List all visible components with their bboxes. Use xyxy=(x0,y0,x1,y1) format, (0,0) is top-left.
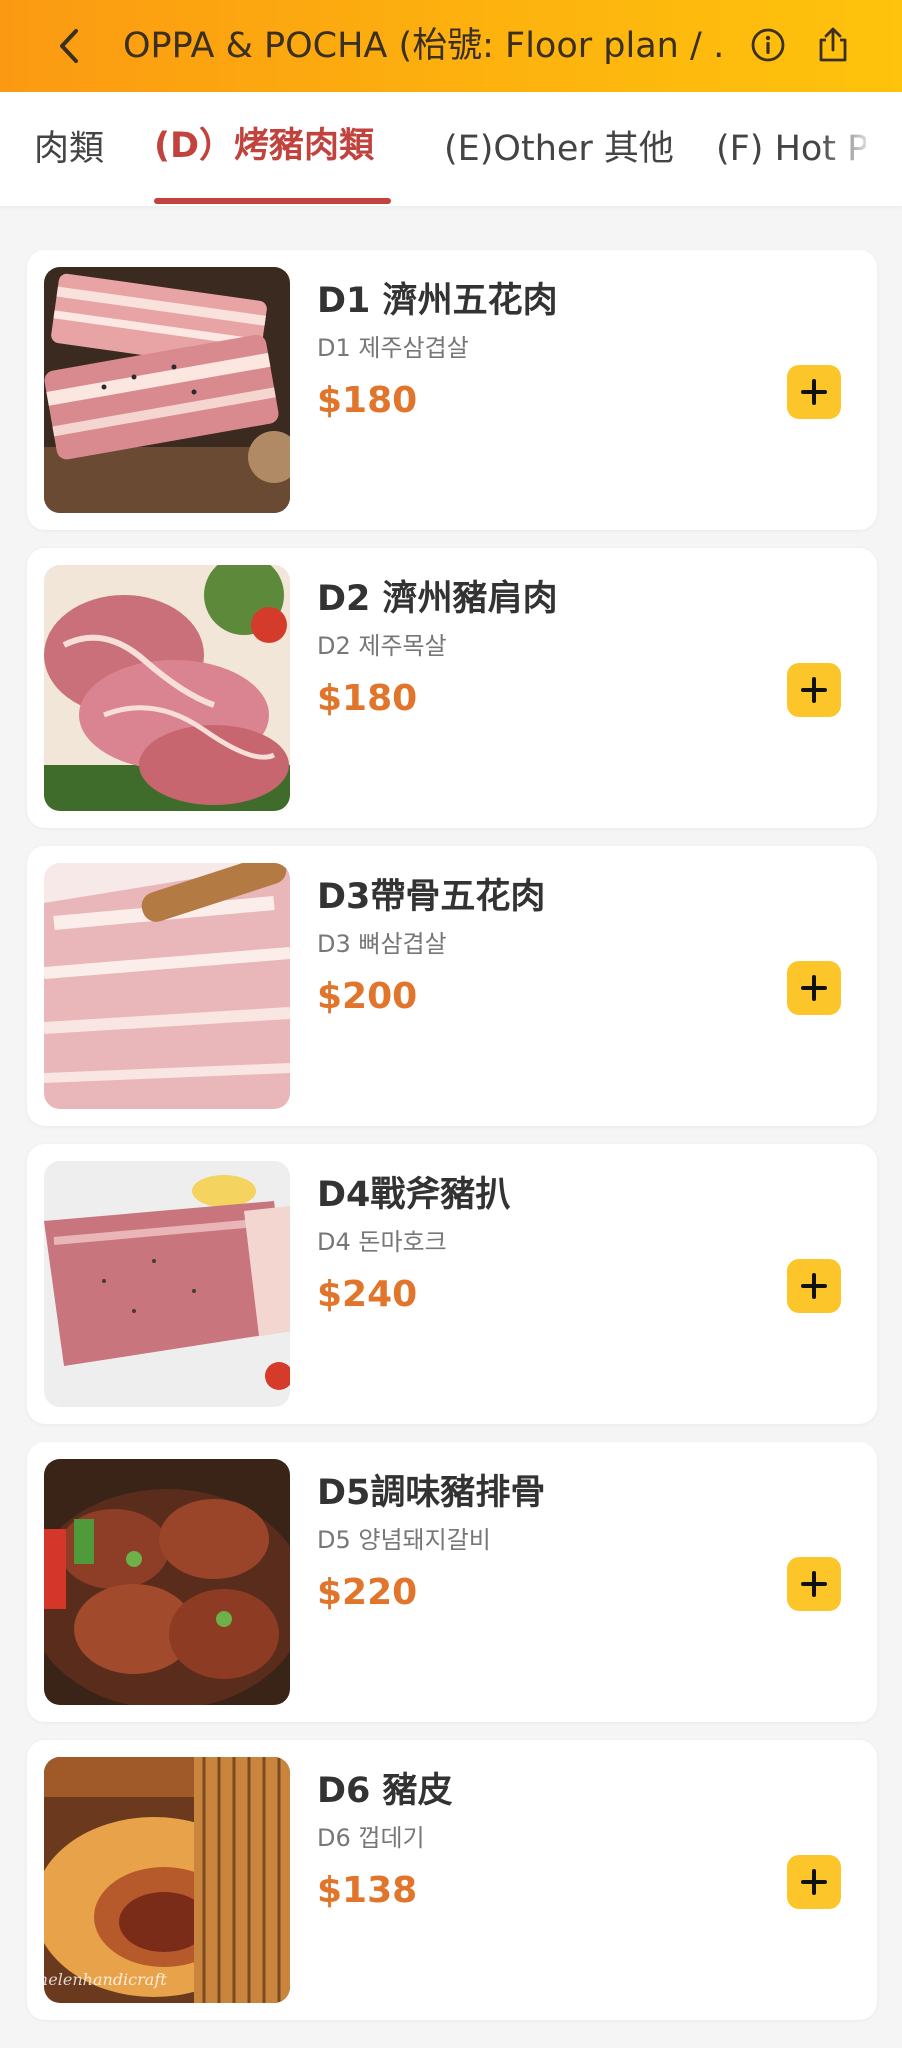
menu-item-card[interactable]: D3帶骨五花肉 D3 뼈삼겹살 $200 xyxy=(27,846,877,1126)
add-to-cart-button[interactable] xyxy=(787,365,841,419)
item-price: $180 xyxy=(317,380,418,421)
tab-label: 肉類 xyxy=(33,129,104,169)
item-photo xyxy=(44,1459,290,1705)
watermark: helenhandicraft xyxy=(38,1970,167,1989)
add-to-cart-button[interactable] xyxy=(787,663,841,717)
tab-meat[interactable]: 肉類 xyxy=(0,92,108,206)
info-button[interactable] xyxy=(743,20,793,70)
back-button[interactable] xyxy=(46,22,94,70)
category-tabs: 肉類 (D）烤豬肉類 (E)Other 其他 (F) Hot Pot xyxy=(0,92,902,206)
info-icon xyxy=(751,28,785,62)
item-photo xyxy=(44,565,290,811)
item-subtitle: D1 제주삼겹살 xyxy=(317,334,469,362)
share-icon xyxy=(819,27,847,62)
plus-icon xyxy=(801,1869,827,1895)
item-subtitle: D3 뼈삼겹살 xyxy=(317,930,447,958)
item-name: D6 豬皮 xyxy=(317,1771,453,1811)
plus-icon xyxy=(801,379,827,405)
item-photo xyxy=(44,1757,290,2003)
item-name: D3帶骨五花肉 xyxy=(317,877,546,917)
add-to-cart-button[interactable] xyxy=(787,1855,841,1909)
menu-item-card[interactable]: D2 濟州豬肩肉 D2 제주목살 $180 xyxy=(27,548,877,828)
item-photo xyxy=(44,267,290,513)
menu-item-card[interactable]: D1 濟州五花肉 D1 제주삼겹살 $180 xyxy=(27,250,877,530)
item-name: D2 濟州豬肩肉 xyxy=(317,579,558,619)
item-name: D1 濟州五花肉 xyxy=(317,281,558,321)
add-to-cart-button[interactable] xyxy=(787,961,841,1015)
active-tab-indicator xyxy=(154,198,391,204)
plus-icon xyxy=(801,1571,827,1597)
item-subtitle: D6 껍데기 xyxy=(317,1824,425,1852)
share-button[interactable] xyxy=(808,20,858,70)
tab-roast-pork[interactable]: (D）烤豬肉類 xyxy=(154,92,374,206)
item-subtitle: D5 양념돼지갈비 xyxy=(317,1526,491,1554)
item-photo xyxy=(44,1161,290,1407)
item-subtitle: D2 제주목살 xyxy=(317,632,447,660)
menu-item-card[interactable]: D5調味豬排骨 D5 양념돼지갈비 $220 xyxy=(27,1442,877,1722)
item-name: D5調味豬排骨 xyxy=(317,1473,546,1513)
plus-icon xyxy=(801,677,827,703)
chevron-left-icon xyxy=(60,29,78,63)
add-to-cart-button[interactable] xyxy=(787,1259,841,1313)
item-price: $180 xyxy=(317,678,418,719)
item-price: $240 xyxy=(317,1274,418,1315)
item-name: D4戰斧豬扒 xyxy=(317,1175,511,1215)
item-price: $220 xyxy=(317,1572,418,1613)
menu-item-card[interactable]: D4戰斧豬扒 D4 돈마호크 $240 xyxy=(27,1144,877,1424)
item-price: $200 xyxy=(317,976,418,1017)
tab-other[interactable]: (E)Other 其他 xyxy=(444,92,674,206)
app-header: OPPA & POCHA (枱號: Floor plan / … xyxy=(0,0,902,92)
item-subtitle: D4 돈마호크 xyxy=(317,1228,447,1256)
item-price: $138 xyxy=(317,1870,418,1911)
plus-icon xyxy=(801,975,827,1001)
plus-icon xyxy=(801,1273,827,1299)
item-photo xyxy=(44,863,290,1109)
add-to-cart-button[interactable] xyxy=(787,1557,841,1611)
page-title: OPPA & POCHA (枱號: Floor plan / … xyxy=(123,26,723,66)
tab-fade xyxy=(820,92,902,204)
